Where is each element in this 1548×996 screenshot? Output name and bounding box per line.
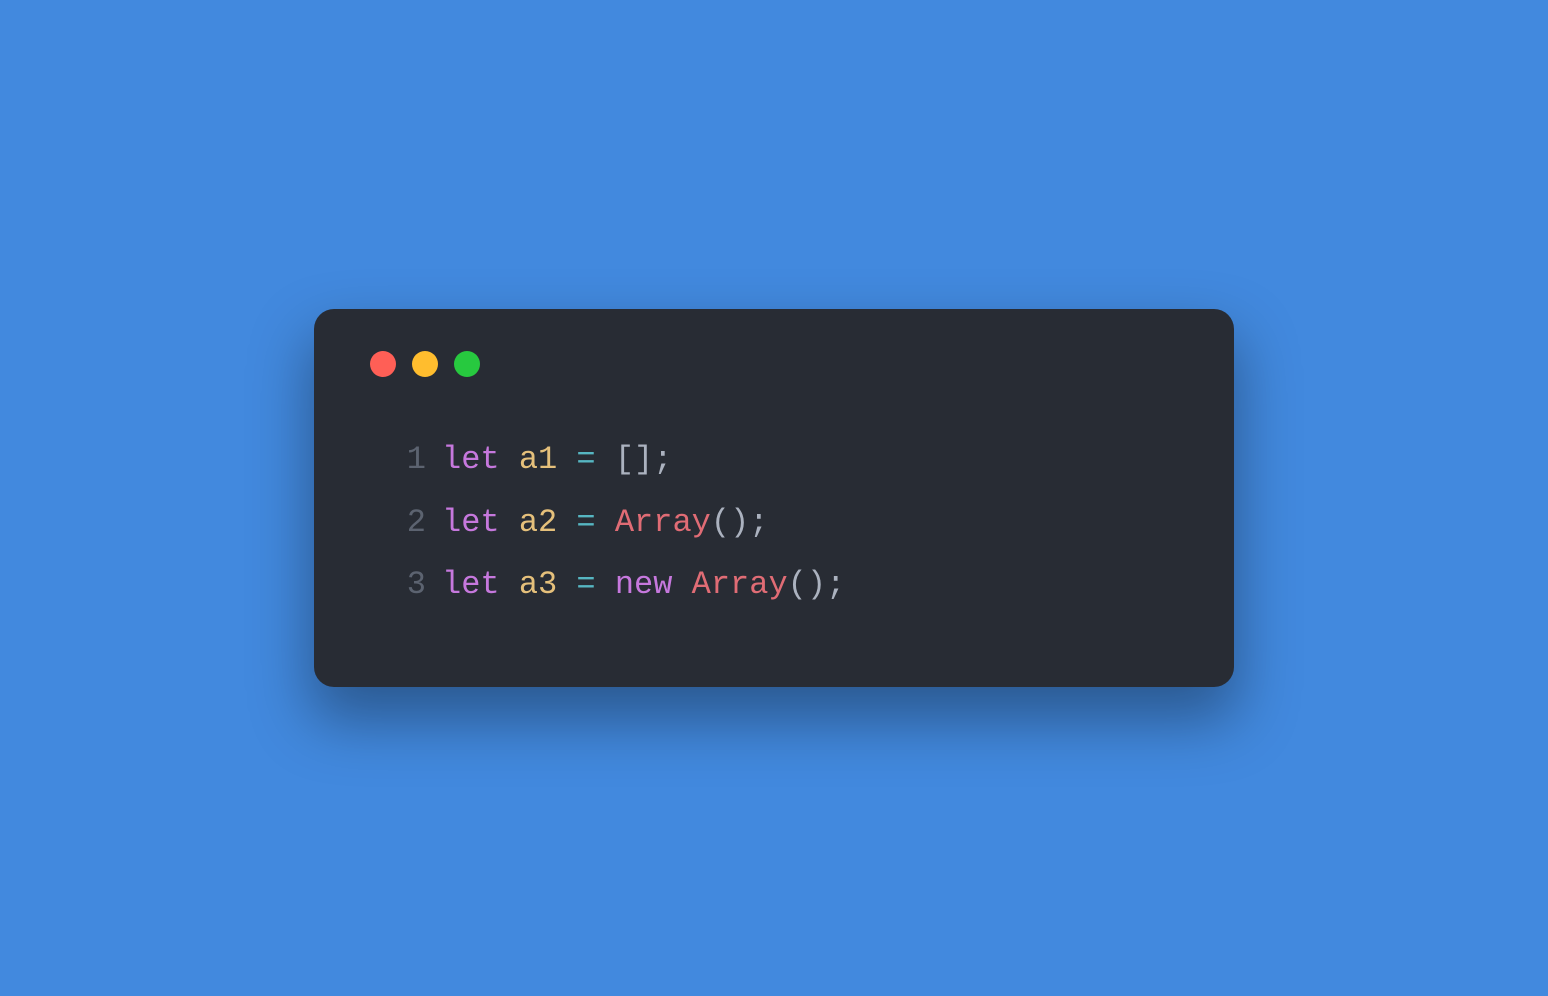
code-token: a2 <box>519 492 557 554</box>
code-line[interactable]: 1 let a1 = []; <box>386 429 1184 491</box>
code-token <box>557 492 576 554</box>
code-token <box>500 554 519 616</box>
code-token: a3 <box>519 554 557 616</box>
code-line[interactable]: 2 let a2 = Array(); <box>386 492 1184 554</box>
code-token: let <box>442 492 500 554</box>
code-token <box>596 492 615 554</box>
code-token <box>500 492 519 554</box>
window-close-icon[interactable] <box>370 351 396 377</box>
code-token <box>672 554 691 616</box>
editor-window: 1let a1 = [];2let a2 = Array();3let a3 =… <box>314 309 1234 686</box>
code-line[interactable]: 3 let a3 = new Array(); <box>386 554 1184 616</box>
code-token: let <box>442 429 500 491</box>
code-token: a1 <box>519 429 557 491</box>
window-zoom-icon[interactable] <box>454 351 480 377</box>
window-minimize-icon[interactable] <box>412 351 438 377</box>
code-token <box>557 429 576 491</box>
code-token: new <box>615 554 673 616</box>
code-token: []; <box>615 429 673 491</box>
code-token: = <box>576 429 595 491</box>
code-token: Array <box>692 554 788 616</box>
code-token: = <box>576 554 595 616</box>
code-token <box>596 554 615 616</box>
code-area[interactable]: 1let a1 = [];2let a2 = Array();3let a3 =… <box>364 429 1184 616</box>
code-token: (); <box>711 492 769 554</box>
code-token <box>596 429 615 491</box>
line-number: 2 <box>386 492 426 554</box>
code-token <box>557 554 576 616</box>
code-token <box>500 429 519 491</box>
code-token: let <box>442 554 500 616</box>
code-token: (); <box>788 554 846 616</box>
line-number: 1 <box>386 429 426 491</box>
code-token: Array <box>615 492 711 554</box>
code-token: = <box>576 492 595 554</box>
line-number: 3 <box>386 554 426 616</box>
window-titlebar <box>364 351 1184 377</box>
